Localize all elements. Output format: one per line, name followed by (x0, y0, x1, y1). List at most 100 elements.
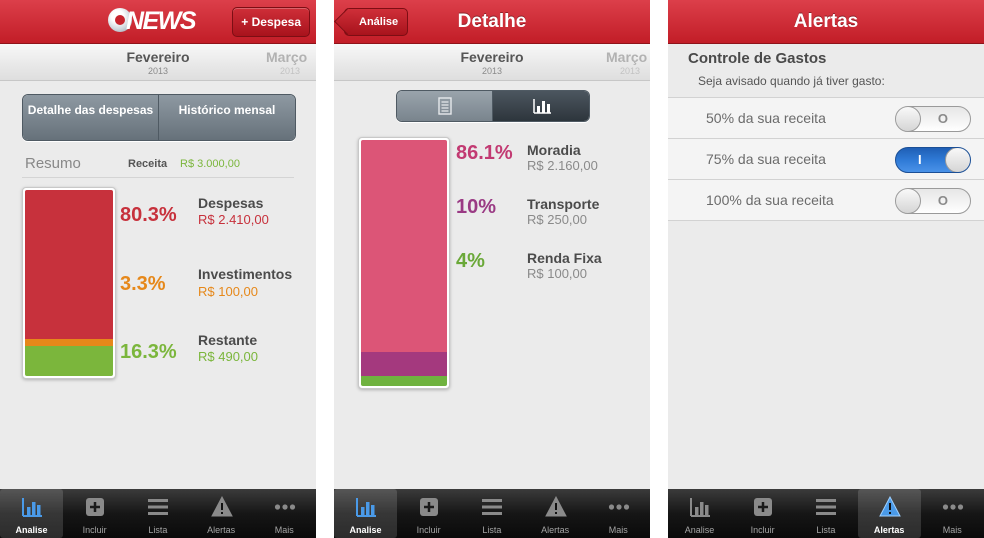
alert-row: 100% da sua receita O (668, 180, 984, 221)
lista-icon-wrap (481, 496, 503, 518)
month-next[interactable]: Março 2013 (266, 44, 316, 76)
detail-screen: Análise Detalhe Fevereiro 2013 Março 201… (334, 0, 650, 538)
month-next[interactable]: Março 2013 (606, 44, 650, 76)
tab-label: Mais (608, 525, 628, 535)
view-toggle[interactable] (396, 90, 590, 122)
toggle-mark: O (937, 111, 948, 126)
month-current: Fevereiro 2013 (126, 49, 190, 76)
tab-label: Lista (482, 525, 502, 535)
nav-bar: Análise Detalhe (334, 0, 650, 44)
tab-mais[interactable]: Mais (921, 489, 984, 538)
tab-label: Incluir (416, 525, 441, 535)
alertas-icon-wrap (210, 495, 233, 518)
add-expense-button[interactable]: + Despesa (232, 7, 310, 37)
page-title: Alertas (793, 11, 859, 32)
chart-view-button[interactable] (492, 91, 589, 121)
bar-segment (25, 190, 113, 340)
bar-segment (361, 140, 447, 352)
summary-stacked-bar (22, 187, 116, 379)
list-view-button[interactable] (397, 91, 492, 121)
month-current: Fevereiro 2013 (460, 49, 524, 76)
tab-analise[interactable]: Analise (0, 489, 63, 538)
bar-segment (361, 376, 447, 386)
alertas-icon-wrap (544, 495, 567, 518)
pct-moradia: 86.1% (456, 142, 513, 164)
alerts-screen: Alertas Controle de Gastos Seja avisado … (668, 0, 984, 538)
detail-stacked-bar (358, 137, 450, 389)
alert-row: 75% da sua receita I (668, 139, 984, 180)
incluir-icon-wrap (84, 496, 106, 518)
tab-label: Analise (349, 525, 382, 535)
incluir-icon-wrap (418, 496, 440, 518)
mais-icon-wrap (274, 496, 296, 518)
label-restante: Restante (198, 332, 258, 348)
tab-alertas[interactable]: Alertas (857, 489, 921, 538)
alertas-icon (210, 495, 233, 517)
tab-incluir[interactable]: Incluir (731, 489, 794, 538)
section-title: Controle de Gastos (688, 50, 827, 67)
segment-monthly-history[interactable]: Histórico mensal (158, 95, 295, 140)
lista-icon-wrap (815, 496, 837, 518)
incluir-icon (86, 498, 105, 516)
toggle-knob (896, 189, 921, 213)
pct-restante: 16.3% (120, 341, 177, 363)
view-segmented-control[interactable]: Detalhe das despesas Histórico mensal (22, 94, 296, 141)
label-moradia: Moradia (527, 142, 581, 158)
tab-mais[interactable]: Mais (253, 489, 316, 538)
tab-mais[interactable]: Mais (587, 489, 650, 538)
toggle-knob (896, 107, 921, 131)
nav-bar: NEWS + Despesa (0, 0, 316, 44)
tab-analise[interactable]: Analise (334, 489, 397, 538)
month-selector[interactable]: Fevereiro 2013 Março 2013 (334, 44, 650, 81)
incluir-icon (754, 498, 773, 516)
alert-toggle[interactable]: O (895, 188, 971, 214)
month-selector[interactable]: Fevereiro 2013 Março 2013 (0, 44, 316, 81)
tab-label: Lista (816, 525, 836, 535)
tab-lista[interactable]: Lista (460, 489, 523, 538)
tab-alertas[interactable]: Alertas (524, 489, 587, 538)
tab-lista[interactable]: Lista (794, 489, 857, 538)
tab-incluir[interactable]: Incluir (63, 489, 126, 538)
alert-label: 50% da sua receita (706, 110, 826, 126)
bar-segment (361, 351, 447, 377)
income-label: Receita (128, 158, 168, 170)
alertas-icon-wrap (878, 495, 901, 518)
alert-toggle[interactable]: I (895, 147, 971, 173)
tab-analise[interactable]: Analise (668, 489, 731, 538)
logo-text: NEWS (126, 7, 197, 35)
segment-expense-detail[interactable]: Detalhe das despesas (23, 95, 158, 140)
label-renda-fixa: Renda Fixa (527, 250, 602, 266)
alert-label: 100% da sua receita (706, 192, 834, 208)
label-transporte: Transporte (527, 196, 600, 212)
analysis-screen: NEWS + Despesa Fevereiro 2013 Março 2013… (0, 0, 316, 538)
mais-icon-wrap (942, 496, 964, 518)
value-despesas: R$ 2.410,00 (198, 212, 269, 227)
lista-icon (816, 499, 837, 515)
analise-icon (22, 498, 42, 517)
mais-icon (942, 504, 963, 510)
alert-toggle[interactable]: O (895, 106, 971, 132)
tab-label: Alertas (207, 525, 236, 535)
toggle-mark: I (918, 152, 922, 167)
analise-icon-wrap (21, 496, 43, 518)
tab-alertas[interactable]: Alertas (190, 489, 253, 538)
value-restante: R$ 490,00 (198, 349, 258, 364)
pct-despesas: 80.3% (120, 204, 177, 226)
tab-lista[interactable]: Lista (126, 489, 189, 538)
value-renda-fixa: R$ 100,00 (527, 266, 587, 281)
analise-icon (690, 498, 710, 517)
nav-bar: Alertas (668, 0, 984, 44)
page-title: Detalhe (457, 11, 527, 32)
pct-renda-fixa: 4% (456, 250, 485, 272)
tab-label: Incluir (82, 525, 107, 535)
alert-row: 50% da sua receita O (668, 98, 984, 139)
lista-icon (148, 499, 169, 515)
label-investimentos: Investimentos (198, 266, 293, 282)
mais-icon (274, 504, 295, 510)
incluir-icon-wrap (752, 496, 774, 518)
tab-incluir[interactable]: Incluir (397, 489, 460, 538)
alerts-list: 50% da sua receita O 75% da sua receita I 10… (668, 97, 984, 221)
alertas-icon (544, 495, 567, 517)
summary-label: Resumo (25, 155, 81, 172)
lista-icon (482, 499, 503, 515)
